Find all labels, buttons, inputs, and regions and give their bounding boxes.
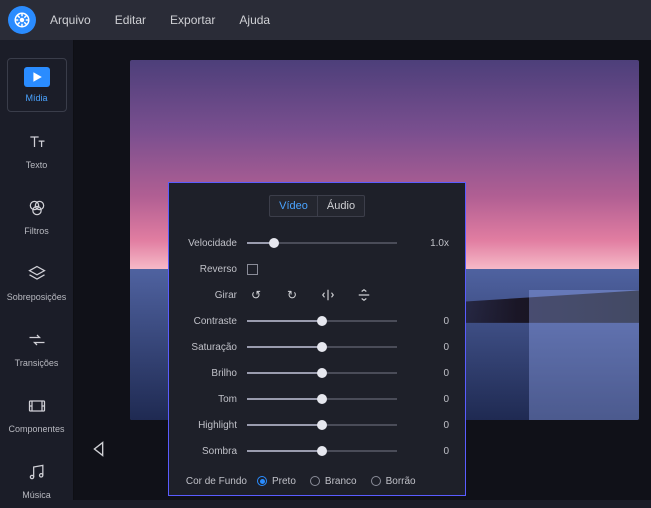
- saturação-slider[interactable]: [247, 346, 397, 348]
- sidebar-item-label: Texto: [26, 160, 48, 170]
- rotate-cw-button[interactable]: ↻: [283, 286, 301, 304]
- bg-radio-preto[interactable]: Preto: [257, 476, 296, 487]
- reverse-label: Reverso: [185, 264, 247, 275]
- sidebar-item-texto[interactable]: Texto: [7, 122, 67, 178]
- slider-label: Highlight: [185, 420, 247, 431]
- tom-slider[interactable]: [247, 398, 397, 400]
- sidebar-item-label: Filtros: [24, 226, 49, 236]
- sidebar-item-label: Transições: [15, 358, 59, 368]
- properties-panel: Vídeo Áudio Velocidade 1.0x Reverso Gira…: [168, 182, 466, 496]
- slider-label: Tom: [185, 394, 247, 405]
- slider-value: 0: [415, 446, 449, 457]
- media-icon: [24, 67, 50, 87]
- overlays-icon: [25, 262, 49, 286]
- speed-value: 1.0x: [415, 238, 449, 249]
- slider-value: 0: [415, 394, 449, 405]
- sidebar-item-label: Componentes: [8, 424, 64, 434]
- sidebar: Mídia Texto Filtros Sobreposições Transi…: [0, 40, 74, 500]
- rotate-label: Girar: [185, 290, 247, 301]
- sidebar-item-filtros[interactable]: Filtros: [7, 188, 67, 244]
- contraste-slider[interactable]: [247, 320, 397, 322]
- slider-value: 0: [415, 368, 449, 379]
- bg-label: Cor de Fundo: [185, 476, 257, 487]
- slider-label: Contraste: [185, 316, 247, 327]
- sidebar-item-componentes[interactable]: Componentes: [7, 386, 67, 442]
- sombra-slider[interactable]: [247, 450, 397, 452]
- sidebar-item-label: Sobreposições: [7, 292, 67, 302]
- menu-arquivo[interactable]: Arquivo: [40, 7, 101, 33]
- text-icon: [25, 130, 49, 154]
- selection-overlay: [529, 290, 639, 420]
- transitions-icon: [25, 328, 49, 352]
- slider-label: Saturação: [185, 342, 247, 353]
- menu-editar[interactable]: Editar: [105, 7, 156, 33]
- app-logo-icon: [8, 6, 36, 34]
- sidebar-item-sobreposicoes[interactable]: Sobreposições: [7, 254, 67, 310]
- slider-value: 0: [415, 342, 449, 353]
- components-icon: [25, 394, 49, 418]
- tab-audio[interactable]: Áudio: [317, 195, 365, 217]
- rotate-ccw-button[interactable]: ↺: [247, 286, 265, 304]
- reverse-checkbox[interactable]: [247, 264, 258, 275]
- slider-label: Brilho: [185, 368, 247, 379]
- speed-label: Velocidade: [185, 238, 247, 249]
- menu-ajuda[interactable]: Ajuda: [229, 7, 280, 33]
- slider-label: Sombra: [185, 446, 247, 457]
- speed-slider[interactable]: [247, 242, 397, 244]
- bg-radio-borrão[interactable]: Borrão: [371, 476, 416, 487]
- highlight-slider[interactable]: [247, 424, 397, 426]
- music-icon: [25, 460, 49, 484]
- bg-radio-branco[interactable]: Branco: [310, 476, 357, 487]
- filters-icon: [25, 196, 49, 220]
- sidebar-item-midia[interactable]: Mídia: [7, 58, 67, 112]
- sidebar-item-label: Mídia: [25, 93, 47, 103]
- tab-video[interactable]: Vídeo: [269, 195, 317, 217]
- menubar: Arquivo Editar Exportar Ajuda: [0, 0, 651, 40]
- flip-vertical-button[interactable]: [355, 286, 373, 304]
- step-back-button[interactable]: [88, 438, 110, 460]
- sidebar-item-transicoes[interactable]: Transições: [7, 320, 67, 376]
- flip-horizontal-button[interactable]: [319, 286, 337, 304]
- sidebar-item-label: Música: [22, 490, 51, 500]
- slider-value: 0: [415, 316, 449, 327]
- slider-value: 0: [415, 420, 449, 431]
- brilho-slider[interactable]: [247, 372, 397, 374]
- menu-exportar[interactable]: Exportar: [160, 7, 225, 33]
